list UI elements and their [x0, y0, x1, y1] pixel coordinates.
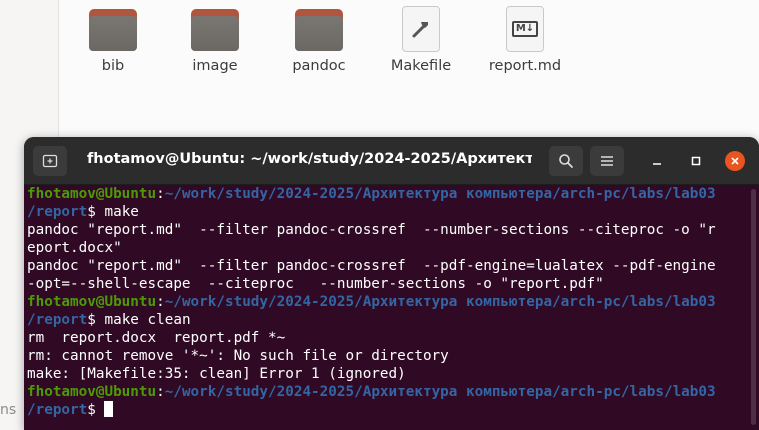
output-line: pandoc "report.md" --filter pandoc-cross… [27, 258, 716, 274]
minimize-icon [653, 163, 661, 165]
new-tab-icon [42, 154, 58, 168]
file-item-pandoc[interactable]: pandoc [269, 6, 369, 74]
output-line: rm: cannot remove '*~': No such file or … [27, 348, 449, 364]
close-button[interactable] [725, 151, 745, 171]
terminal-line: fhotamov@Ubuntu:~/work/study/2024-2025/А… [27, 293, 747, 311]
markdown-badge: M↓ [511, 21, 539, 37]
output-line: -opt=--shell-escape --citeproc --number-… [27, 276, 604, 292]
terminal-line: /report$ make [27, 203, 747, 221]
new-tab-button[interactable] [33, 146, 67, 176]
output-line: make: [Makefile:35: clean] Error 1 (igno… [27, 366, 406, 382]
file-item-bib[interactable]: bib [63, 6, 163, 74]
close-icon [731, 157, 739, 165]
maximize-button[interactable] [686, 151, 706, 171]
menu-button[interactable] [590, 146, 624, 176]
prompt-separator: : [156, 186, 165, 202]
output-line: rm report.docx report.pdf *~ [27, 330, 286, 346]
file-item-image[interactable]: image [165, 6, 265, 74]
command-text: make [104, 204, 139, 220]
terminal-line: fhotamov@Ubuntu:~/work/study/2024-2025/А… [27, 185, 747, 203]
terminal-line: fhotamov@Ubuntu:~/work/study/2024-2025/А… [27, 383, 747, 401]
output-line: pandoc "report.md" --filter pandoc-cross… [27, 222, 716, 238]
prompt-path: ~/work/study/2024-2025/Архитектура компь… [164, 294, 716, 310]
prompt-path: ~/work/study/2024-2025/Архитектура компь… [164, 384, 716, 400]
terminal-window[interactable]: fhotamov@Ubuntu: ~/work/study/2024-2025/… [24, 137, 759, 430]
prompt-path: /report [27, 402, 88, 418]
terminal-scrollbar[interactable] [751, 189, 756, 425]
terminal-line: /report$ make clean [27, 311, 747, 329]
terminal-line: /report$ [27, 401, 747, 419]
prompt-symbol: $ [87, 312, 105, 328]
file-item-makefile[interactable]: Makefile [371, 6, 471, 74]
prompt-user: fhotamov@Ubuntu [27, 384, 157, 400]
prompt-separator: : [156, 294, 165, 310]
hamburger-menu-icon [601, 156, 613, 166]
makefile-icon [402, 6, 440, 52]
prompt-user: fhotamov@Ubuntu [27, 294, 157, 310]
file-label: report.md [488, 58, 562, 74]
prompt-separator: : [156, 384, 165, 400]
prompt-path: /report [27, 312, 88, 328]
maximize-icon [691, 156, 701, 166]
prompt-symbol: $ [87, 204, 105, 220]
file-label: pandoc [292, 58, 346, 74]
text-cursor [104, 401, 114, 417]
markdown-icon: M↓ [506, 6, 544, 52]
folder-icon [191, 6, 239, 52]
minimize-button[interactable] [647, 151, 667, 171]
terminal-titlebar[interactable]: fhotamov@Ubuntu: ~/work/study/2024-2025/… [24, 137, 759, 185]
search-icon [559, 154, 573, 168]
folder-icon [89, 6, 137, 52]
file-label: image [192, 58, 238, 74]
output-line: eport.docx" [27, 240, 122, 256]
prompt-path: ~/work/study/2024-2025/Архитектура компь… [164, 186, 716, 202]
file-item-report-md[interactable]: M↓ report.md [475, 6, 575, 74]
terminal-title: fhotamov@Ubuntu: ~/work/study/2024-2025/… [87, 151, 532, 167]
folder-icon [295, 6, 343, 52]
prompt-path: /report [27, 204, 88, 220]
command-text: make clean [104, 312, 191, 328]
file-label: bib [101, 58, 125, 74]
prompt-symbol: $ [87, 402, 105, 418]
prompt-user: fhotamov@Ubuntu [27, 186, 157, 202]
file-label: Makefile [390, 58, 452, 74]
search-button[interactable] [549, 146, 583, 176]
sidebar-partial-label: ns [0, 402, 17, 418]
terminal-output[interactable]: fhotamov@Ubuntu:~/work/study/2024-2025/А… [27, 185, 747, 419]
